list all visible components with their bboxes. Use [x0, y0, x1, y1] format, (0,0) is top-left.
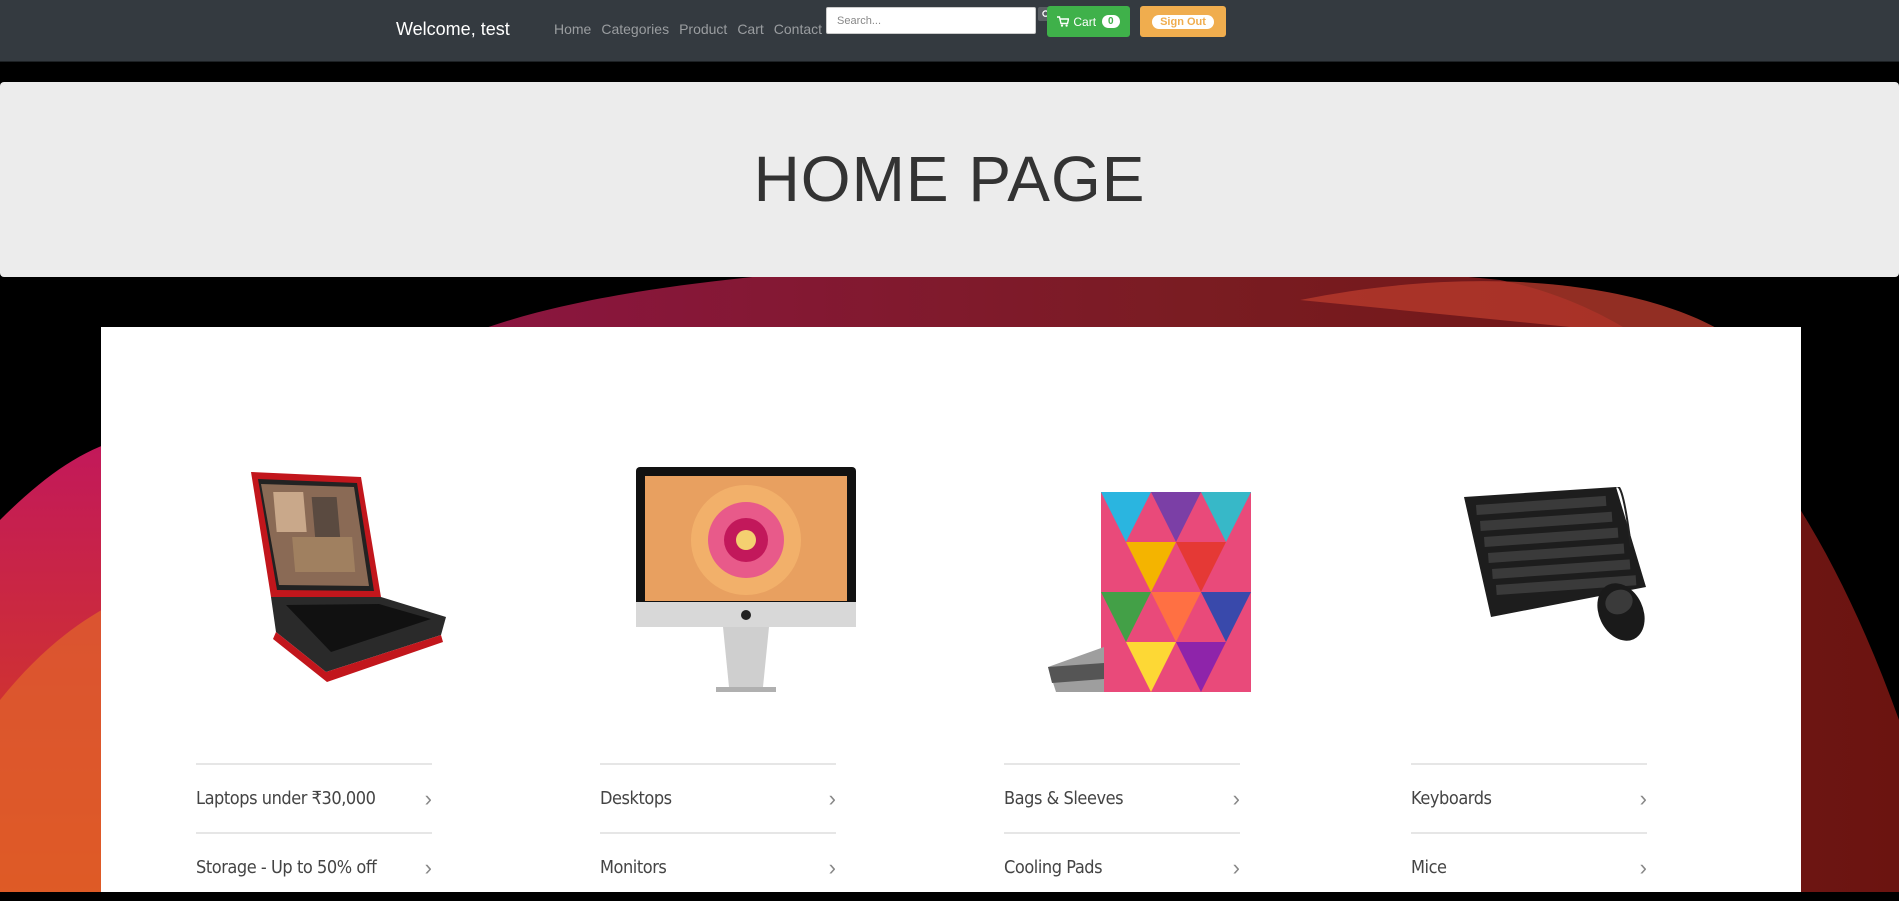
chevron-right-icon: › [1639, 785, 1647, 811]
cart-button[interactable]: Cart 0 [1047, 6, 1130, 37]
hero-banner: HOME PAGE [0, 82, 1899, 277]
link-desktops[interactable]: Desktops › [600, 763, 836, 832]
keyboard-mouse-image[interactable] [1456, 487, 1666, 667]
cart-label: Cart [1073, 14, 1097, 29]
nav-link-categories[interactable]: Categories [601, 21, 669, 37]
chevron-right-icon: › [828, 854, 836, 880]
link-laptops-under-30000[interactable]: Laptops under ₹30,000 › [196, 763, 432, 832]
chevron-right-icon: › [424, 854, 432, 880]
top-navbar: Welcome, test Home Categories Product Ca… [0, 0, 1899, 62]
link-label: Desktops [600, 788, 672, 809]
link-label: Storage - Up to 50% off [196, 857, 377, 878]
link-keyboards[interactable]: Keyboards › [1411, 763, 1647, 832]
cart-count-badge: 0 [1102, 15, 1120, 28]
link-label: Laptops under ₹30,000 [196, 788, 376, 809]
link-bags-sleeves[interactable]: Bags & Sleeves › [1004, 763, 1240, 832]
desktop-image[interactable] [631, 462, 861, 697]
category-links-laptops: Laptops under ₹30,000 › Storage - Up to … [196, 763, 432, 901]
chevron-right-icon: › [1232, 854, 1240, 880]
search-box [826, 7, 1054, 34]
welcome-text: Welcome, test [396, 19, 510, 39]
chevron-right-icon: › [424, 785, 432, 811]
category-links-peripherals: Keyboards › Mice › [1411, 763, 1647, 901]
nav-link-contact[interactable]: Contact [774, 21, 822, 37]
chevron-right-icon: › [1232, 785, 1240, 811]
link-mice[interactable]: Mice › [1411, 832, 1647, 901]
link-label: Cooling Pads [1004, 857, 1103, 878]
nav-link-cart[interactable]: Cart [737, 21, 763, 37]
sign-out-label: Sign Out [1152, 14, 1214, 29]
chevron-right-icon: › [1639, 854, 1647, 880]
link-label: Bags & Sleeves [1004, 788, 1124, 809]
page-title: HOME PAGE [753, 143, 1146, 215]
cart-icon [1057, 16, 1070, 27]
laptop-image[interactable] [231, 467, 451, 687]
link-label: Monitors [600, 857, 667, 878]
laptop-skin-image[interactable] [1046, 487, 1256, 697]
link-label: Mice [1411, 857, 1447, 878]
link-cooling-pads[interactable]: Cooling Pads › [1004, 832, 1240, 901]
nav-link-home[interactable]: Home [554, 21, 591, 37]
category-links-accessories: Bags & Sleeves › Cooling Pads › [1004, 763, 1240, 901]
search-input[interactable] [826, 7, 1036, 34]
category-card: Laptops under ₹30,000 › Storage - Up to … [101, 327, 1801, 892]
link-label: Keyboards [1411, 788, 1492, 809]
link-monitors[interactable]: Monitors › [600, 832, 836, 901]
sign-out-button[interactable]: Sign Out [1140, 6, 1226, 37]
nav-link-product[interactable]: Product [679, 21, 727, 37]
chevron-right-icon: › [828, 785, 836, 811]
category-links-desktops: Desktops › Monitors › [600, 763, 836, 901]
nav-links: Home Categories Product Cart Contact [554, 21, 832, 37]
link-storage-offer[interactable]: Storage - Up to 50% off › [196, 832, 432, 901]
